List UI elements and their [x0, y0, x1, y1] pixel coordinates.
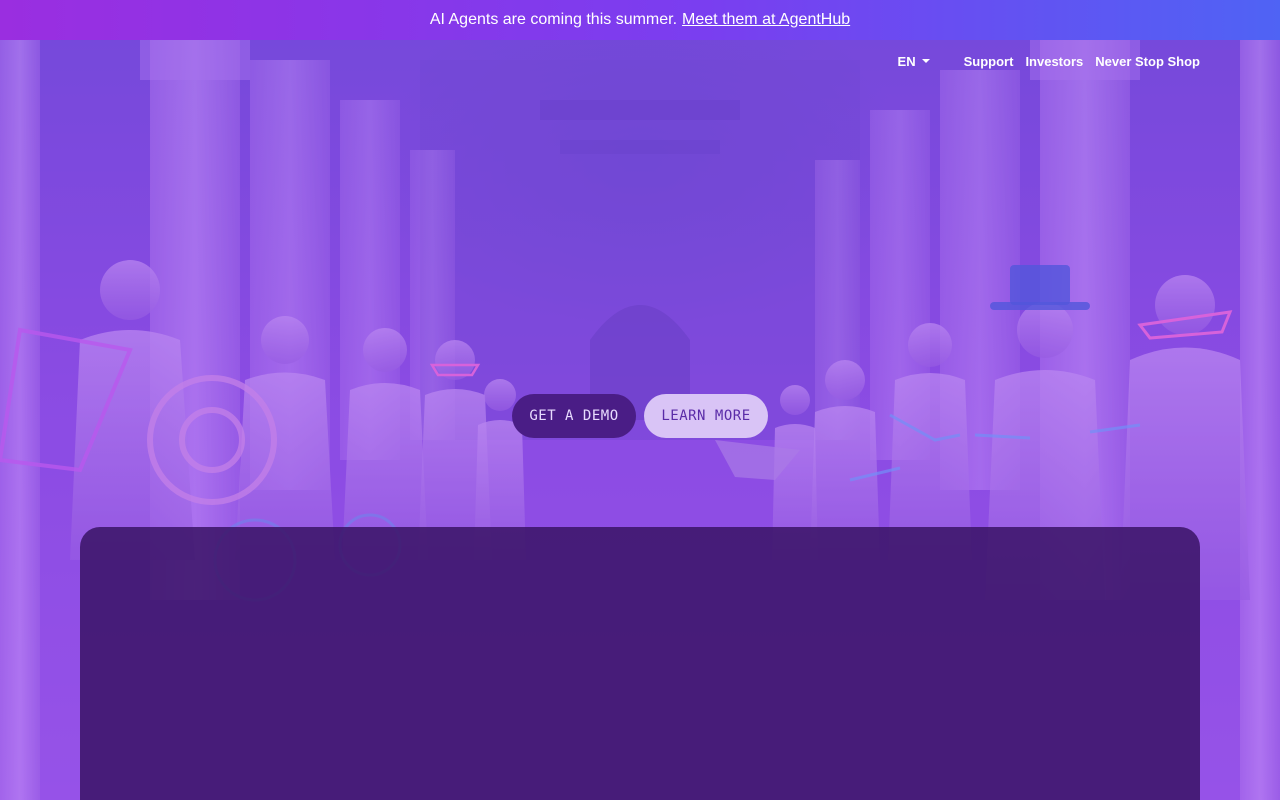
banner-text: AI Agents are coming this summer. [429, 11, 678, 28]
hero-content-panel [80, 527, 1200, 800]
learn-more-button[interactable]: LEARN MORE [644, 394, 768, 438]
nav-link-never-stop-shop[interactable]: Never Stop Shop [1095, 54, 1200, 69]
top-nav: EN Support Investors Never Stop Shop [898, 40, 1200, 82]
chevron-down-icon [921, 59, 930, 63]
nav-link-support[interactable]: Support [964, 54, 1014, 69]
language-selector[interactable]: EN [898, 54, 930, 69]
language-label: EN [897, 53, 916, 69]
announcement-banner: AI Agents are coming this summer. Meet t… [0, 0, 1280, 40]
nav-link-investors[interactable]: Investors [1025, 54, 1083, 69]
banner-agenthub-link[interactable]: Meet them at AgentHub [682, 11, 850, 29]
hero-cta-group: GET A DEMO LEARN MORE [512, 394, 768, 438]
get-a-demo-button[interactable]: GET A DEMO [512, 394, 636, 438]
